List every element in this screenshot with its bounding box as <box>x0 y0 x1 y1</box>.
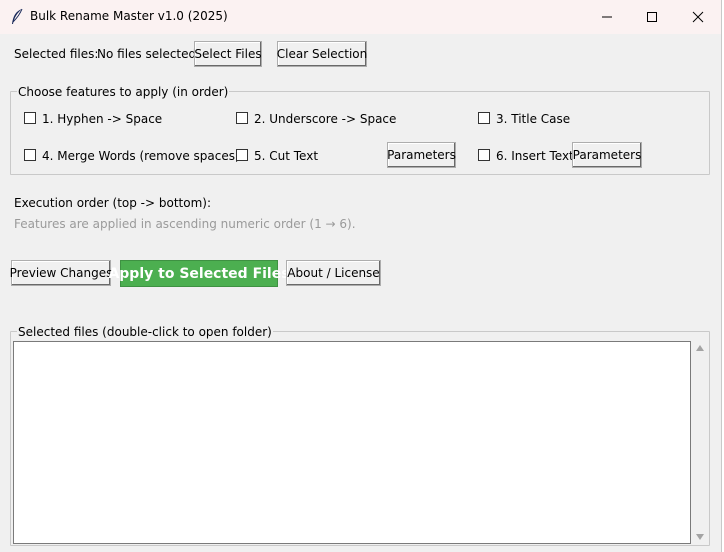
file-list-scrollbar[interactable] <box>691 341 708 544</box>
about-license-button[interactable]: About / License <box>286 260 381 286</box>
feature-label-2: 2. Underscore -> Space <box>254 112 397 126</box>
feature-checkbox-1[interactable] <box>24 112 36 124</box>
feature-checkbox-6[interactable] <box>478 149 490 161</box>
maximize-button[interactable] <box>629 0 675 34</box>
minimize-icon <box>601 11 613 23</box>
apply-button[interactable]: Apply to Selected Files <box>108 260 290 287</box>
minimize-button[interactable] <box>584 0 630 34</box>
select-files-button[interactable]: Select Files <box>194 41 262 67</box>
feature-label-6: 6. Insert Text <box>496 149 574 163</box>
feature-label-3: 3. Title Case <box>496 112 571 126</box>
file-list-group-title: Selected files (double-click to open fol… <box>17 325 273 339</box>
execution-order-title: Execution order (top -> bottom): <box>14 196 211 210</box>
feature-label-4: 4. Merge Words (remove spaces) <box>42 149 240 163</box>
feature-checkbox-4[interactable] <box>24 149 36 161</box>
feature-checkbox-2[interactable] <box>236 112 248 124</box>
feature-label-5: 5. Cut Text <box>254 149 319 163</box>
selected-files-label: Selected files: <box>14 47 99 61</box>
app-window: Bulk Rename Master v1.0 (2025) Selected … <box>0 0 722 552</box>
feature-checkbox-5[interactable] <box>236 149 248 161</box>
maximize-icon <box>646 11 658 23</box>
feature-checkbox-3[interactable] <box>478 112 490 124</box>
title-bar[interactable]: Bulk Rename Master v1.0 (2025) <box>0 0 721 34</box>
file-list[interactable] <box>13 341 691 544</box>
feather-icon <box>10 8 24 26</box>
feature-label-1: 1. Hyphen -> Space <box>42 112 163 126</box>
insert-text-parameters-button[interactable]: Parameters <box>572 142 642 168</box>
scroll-down-arrow-icon[interactable] <box>696 534 704 540</box>
cut-text-parameters-button[interactable]: Parameters <box>387 142 456 168</box>
features-group-title: Choose features to apply (in order) <box>17 85 230 99</box>
execution-order-hint: Features are applied in ascending numeri… <box>14 217 356 231</box>
close-button[interactable] <box>675 0 721 34</box>
clear-selection-button[interactable]: Clear Selection <box>277 41 367 67</box>
window-title: Bulk Rename Master v1.0 (2025) <box>30 9 228 23</box>
selected-files-value: No files selected <box>97 47 197 61</box>
scroll-up-arrow-icon[interactable] <box>696 345 704 351</box>
preview-changes-button[interactable]: Preview Changes <box>10 260 112 286</box>
close-icon <box>692 11 704 23</box>
